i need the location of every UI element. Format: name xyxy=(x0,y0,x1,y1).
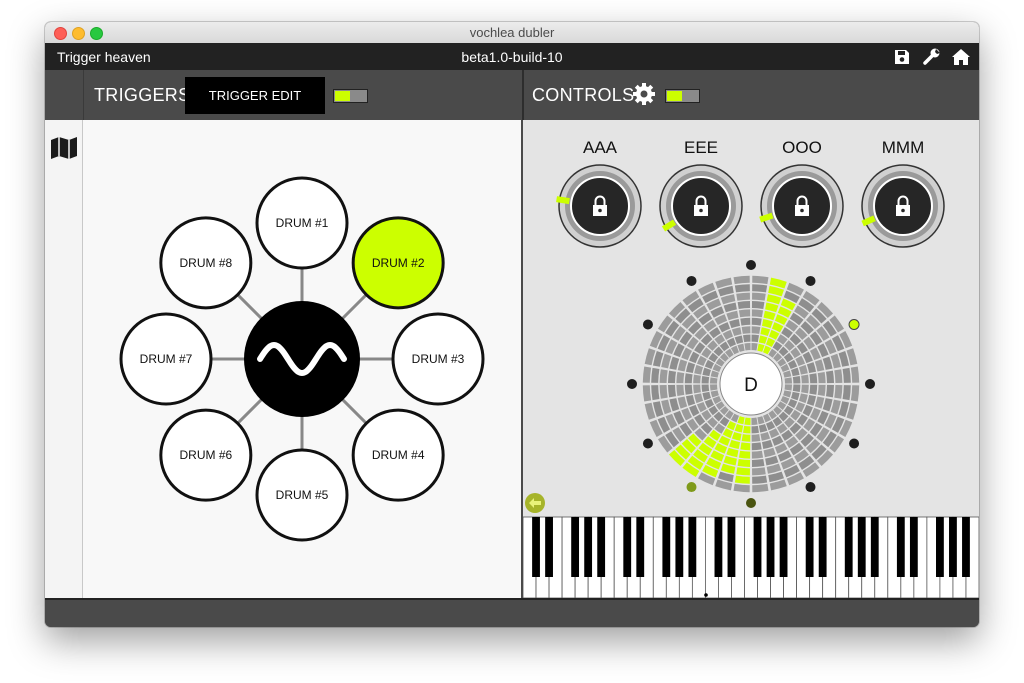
drum-label: DRUM #6 xyxy=(179,448,232,462)
black-key[interactable] xyxy=(584,517,593,577)
piano-keyboard[interactable] xyxy=(522,516,979,599)
current-note: D xyxy=(744,375,758,396)
build-version: beta1.0-build-10 xyxy=(461,49,563,65)
drum-pad-6[interactable]: DRUM #6 xyxy=(159,408,253,502)
black-key[interactable] xyxy=(597,517,606,577)
black-key[interactable] xyxy=(714,517,723,577)
drum-label: DRUM #3 xyxy=(412,352,465,366)
black-key[interactable] xyxy=(805,517,814,577)
black-key[interactable] xyxy=(727,517,736,577)
drum-label: DRUM #5 xyxy=(276,488,329,502)
wrench-icon[interactable] xyxy=(922,47,942,67)
black-key[interactable] xyxy=(844,517,853,577)
trigger-panel: DRUM #1 DRUM #2 DRUM #3 DRUM #4 DRUM #5 DRUM … xyxy=(83,120,523,598)
note-dot[interactable] xyxy=(642,319,653,330)
knob-mmm[interactable] xyxy=(861,164,945,248)
knob-label: OOO xyxy=(782,138,822,157)
knob-label: EEE xyxy=(684,138,718,157)
note-dot[interactable] xyxy=(642,438,653,449)
black-key[interactable] xyxy=(753,517,762,577)
drum-label: DRUM #2 xyxy=(372,256,425,270)
map-icon[interactable] xyxy=(49,136,79,160)
black-key[interactable] xyxy=(532,517,540,577)
drum-label: DRUM #8 xyxy=(179,256,232,270)
black-key[interactable] xyxy=(636,517,645,577)
arrow-left-icon[interactable] xyxy=(525,493,545,513)
black-key[interactable] xyxy=(766,517,775,577)
knob-eee[interactable] xyxy=(659,164,743,248)
app-window: vochlea dubler Trigger heaven beta1.0-bu… xyxy=(45,22,979,627)
black-key[interactable] xyxy=(857,517,866,577)
controls-panel: AAA EEE OOO MMM D xyxy=(522,120,979,599)
home-icon[interactable] xyxy=(951,47,971,67)
black-key[interactable] xyxy=(545,517,553,577)
black-key[interactable] xyxy=(688,517,697,577)
controls-title: CONTROLS xyxy=(532,85,635,105)
title-bar: vochlea dubler xyxy=(45,22,979,44)
drum-pad-7[interactable]: DRUM #7 xyxy=(119,312,213,406)
black-key[interactable] xyxy=(662,517,671,577)
drum-pad-4[interactable]: DRUM #4 xyxy=(351,408,445,502)
black-key[interactable] xyxy=(818,517,827,577)
drum-label: DRUM #4 xyxy=(372,448,425,462)
knob-aaa[interactable] xyxy=(556,164,642,248)
key-marker xyxy=(704,593,708,597)
triggers-header: TRIGGERS TRIGGER EDIT xyxy=(83,70,522,120)
drum-label: DRUM #1 xyxy=(276,216,329,230)
controls-header: CONTROLS xyxy=(522,70,979,120)
gear-icon[interactable] xyxy=(632,82,656,106)
black-key[interactable] xyxy=(571,517,580,577)
black-key[interactable] xyxy=(623,517,632,577)
note-dot[interactable] xyxy=(805,482,816,493)
triggers-toggle[interactable] xyxy=(333,89,368,103)
triggers-title: TRIGGERS xyxy=(94,85,191,105)
trigger-edit-button[interactable]: TRIGGER EDIT xyxy=(185,77,325,114)
window-title: vochlea dubler xyxy=(469,25,555,40)
left-sidebar xyxy=(45,120,83,598)
drum-pad-5[interactable]: DRUM #5 xyxy=(255,448,349,542)
drum-pad-2[interactable]: DRUM #2 xyxy=(351,216,445,310)
black-key[interactable] xyxy=(936,517,944,577)
black-key[interactable] xyxy=(870,517,879,577)
note-dot[interactable] xyxy=(848,319,860,330)
controls-toggle[interactable] xyxy=(665,89,700,103)
app-bar: Trigger heaven beta1.0-build-10 xyxy=(45,43,979,70)
bottom-bar xyxy=(45,598,979,627)
note-dot[interactable] xyxy=(865,379,875,389)
knob-label: MMM xyxy=(882,138,924,157)
pitch-wheel[interactable]: D xyxy=(627,260,875,508)
black-key[interactable] xyxy=(962,517,970,577)
black-key[interactable] xyxy=(949,517,957,577)
trigger-wheel: DRUM #1 DRUM #2 DRUM #3 DRUM #4 DRUM #5 DRUM … xyxy=(119,176,485,542)
note-dot[interactable] xyxy=(746,260,756,270)
note-dot[interactable] xyxy=(746,498,756,508)
note-dot[interactable] xyxy=(805,275,816,286)
drum-pad-8[interactable]: DRUM #8 xyxy=(159,216,253,310)
knob-label: AAA xyxy=(583,138,618,157)
drum-pad-1[interactable]: DRUM #1 xyxy=(255,176,349,270)
black-key[interactable] xyxy=(896,517,905,577)
save-icon[interactable] xyxy=(892,47,912,67)
black-key[interactable] xyxy=(909,517,918,577)
black-key[interactable] xyxy=(779,517,788,577)
note-dot[interactable] xyxy=(686,482,697,493)
note-dot[interactable] xyxy=(686,275,697,286)
black-key[interactable] xyxy=(675,517,684,577)
drum-label: DRUM #7 xyxy=(140,352,193,366)
drum-pad-3[interactable]: DRUM #3 xyxy=(391,312,485,406)
knob-ooo[interactable] xyxy=(759,164,844,248)
note-dot[interactable] xyxy=(627,379,637,389)
note-dot[interactable] xyxy=(849,438,860,449)
controls-area: AAA EEE OOO MMM D xyxy=(522,138,979,599)
waveform-icon xyxy=(244,301,360,417)
